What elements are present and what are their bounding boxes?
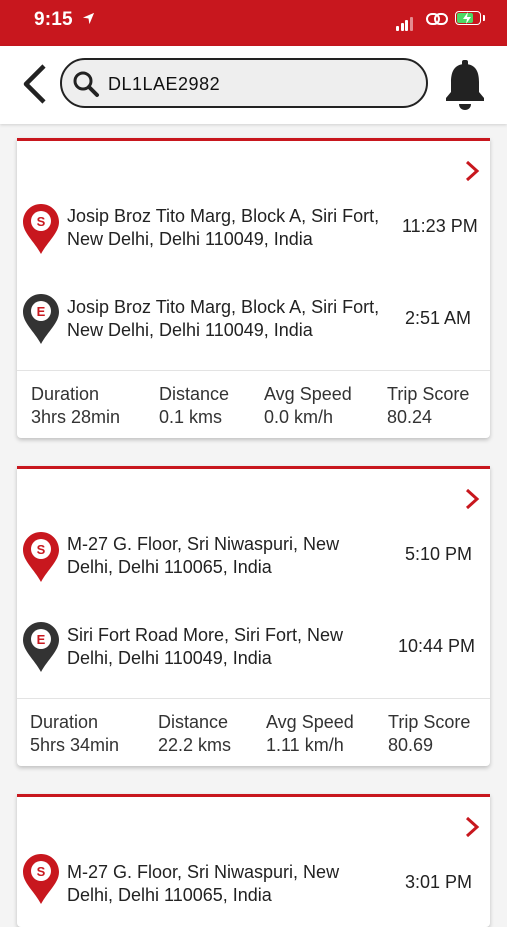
start-pin-icon: S <box>23 204 59 254</box>
start-badge-letter: S <box>37 542 46 557</box>
trip-score-label: Trip Score <box>388 712 471 732</box>
search-icon <box>73 71 99 97</box>
start-address: Josip Broz Tito Marg, Block A, Siri Fort… <box>67 206 380 249</box>
duration-label: Duration <box>31 384 100 404</box>
back-chevron-icon[interactable] <box>18 62 50 106</box>
duration-value: 5hrs 34min <box>30 735 120 755</box>
avg-speed-value: 1.11 km/h <box>266 735 344 755</box>
trip-card[interactable]: S M-27 G. Floor, Sri Niwaspuri, New Delh… <box>17 794 490 927</box>
start-time: 3:01 PM <box>405 872 473 892</box>
bell-icon[interactable] <box>441 58 489 112</box>
distance-label: Distance <box>158 712 229 732</box>
distance-label: Distance <box>159 384 230 404</box>
signal-icon <box>396 13 414 31</box>
start-time: 5:10 PM <box>405 544 473 564</box>
trip-score-label: Trip Score <box>387 384 470 404</box>
divider <box>17 370 490 371</box>
distance-value: 22.2 kms <box>158 735 232 755</box>
duration-label: Duration <box>30 712 99 732</box>
search-box[interactable] <box>60 58 428 108</box>
duration-value: 3hrs 28min <box>31 407 121 427</box>
start-pin-icon: S <box>23 854 59 904</box>
end-address: Josip Broz Tito Marg, Block A, Siri Fort… <box>67 297 380 340</box>
end-pin-icon: E <box>23 622 59 672</box>
avg-speed-value: 0.0 km/h <box>264 407 334 427</box>
start-pin-icon: S <box>23 532 59 582</box>
header <box>0 46 507 124</box>
personal-hotspot-icon <box>426 13 448 25</box>
end-badge-letter: E <box>37 632 46 647</box>
divider <box>17 698 490 699</box>
end-time: 10:44 PM <box>398 636 476 656</box>
location-arrow-icon <box>82 12 95 25</box>
battery-icon <box>455 11 481 25</box>
avg-speed-label: Avg Speed <box>266 712 354 732</box>
chevron-right-icon[interactable] <box>464 815 480 839</box>
avg-speed-label: Avg Speed <box>264 384 352 404</box>
end-badge-letter: E <box>37 304 46 319</box>
battery-cap <box>483 15 485 21</box>
start-address: M-27 G. Floor, Sri Niwaspuri, New Delhi,… <box>67 534 340 577</box>
start-address: M-27 G. Floor, Sri Niwaspuri, New Delhi,… <box>67 862 340 905</box>
distance-value: 0.1 kms <box>159 407 223 427</box>
start-badge-letter: S <box>37 864 46 879</box>
end-address: Siri Fort Road More, Siri Fort, New Delh… <box>67 625 344 668</box>
status-bar: 9:15 <box>0 0 507 46</box>
end-time: 2:51 AM <box>405 308 472 328</box>
status-time: 9:15 <box>34 9 73 30</box>
trip-score-value: 80.24 <box>387 407 433 427</box>
trip-score-value: 80.69 <box>388 735 434 755</box>
search-input[interactable] <box>106 68 420 100</box>
trip-card[interactable]: S Josip Broz Tito Marg, Block A, Siri Fo… <box>17 138 490 438</box>
trip-card[interactable]: S M-27 G. Floor, Sri Niwaspuri, New Delh… <box>17 466 490 766</box>
end-pin-icon: E <box>23 294 59 344</box>
chevron-right-icon[interactable] <box>464 487 480 511</box>
start-time: 11:23 PM <box>402 216 478 236</box>
start-badge-letter: S <box>37 214 46 229</box>
chevron-right-icon[interactable] <box>464 159 480 183</box>
